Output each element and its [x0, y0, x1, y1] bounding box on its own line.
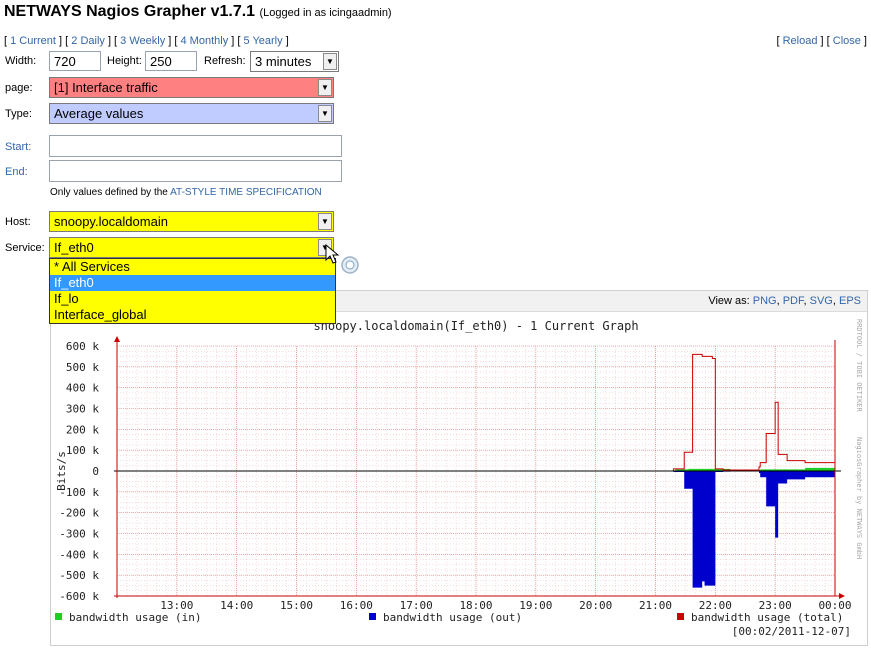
x-tick-label: 20:00: [579, 599, 612, 612]
x-tick-label: 19:00: [519, 599, 552, 612]
legend-swatch: [677, 613, 684, 620]
graph-timestamp: [00:02/2011-12-07]: [732, 625, 851, 638]
at-style-link[interactable]: AT-STYLE TIME SPECIFICATION: [170, 187, 322, 198]
timeframe-link-daily[interactable]: 2 Daily: [71, 35, 105, 47]
refresh-label: Refresh:: [204, 55, 246, 67]
width-input[interactable]: 720: [49, 51, 101, 71]
height-input[interactable]: 250: [145, 51, 197, 71]
app-title: NETWAYS Nagios Grapher v1.7.1: [4, 3, 256, 20]
x-tick-label: 16:00: [340, 599, 373, 612]
legend-label: bandwidth usage (out): [383, 611, 522, 624]
view-as-png-link[interactable]: PNG: [753, 295, 777, 307]
y-tick-label: 200 k: [66, 423, 99, 436]
mouse-pointer-icon: [325, 244, 340, 264]
y-tick-label: 300 k: [66, 403, 99, 416]
at-style-hint: Only values defined by the AT-STYLE TIME…: [50, 187, 322, 198]
nagiosgrapher-watermark: NagiosGrapher by NETWAYS GmbH: [855, 437, 863, 559]
x-tick-label: 14:00: [220, 599, 253, 612]
timeframe-link-weekly[interactable]: 3 Weekly: [120, 35, 165, 47]
y-tick-label: 400 k: [66, 382, 99, 395]
y-tick-label: 500 k: [66, 361, 99, 374]
view-as-eps-link[interactable]: EPS: [839, 295, 861, 307]
chevron-down-icon[interactable]: ▼: [323, 53, 337, 70]
y-tick-label: 600 k: [66, 340, 99, 353]
x-tick-label: 15:00: [280, 599, 313, 612]
y-tick-label: -200 k: [59, 507, 99, 520]
y-axis-label: Bits/s: [55, 451, 68, 491]
start-input[interactable]: [49, 135, 342, 157]
start-label[interactable]: Start:: [5, 141, 31, 153]
reload-link[interactable]: Reload: [783, 35, 818, 47]
legend-swatch: [55, 613, 62, 620]
service-select-value: If_eth0: [54, 240, 94, 255]
chevron-down-icon[interactable]: ▼: [318, 213, 332, 230]
timeframe-link-current[interactable]: 1 Current: [10, 35, 56, 47]
x-tick-label: 21:00: [639, 599, 672, 612]
app-title-bar: NETWAYS Nagios Grapher v1.7.1 (Logged in…: [4, 3, 392, 21]
login-status: (Logged in as icingaadmin): [259, 7, 392, 19]
view-as-svg-link[interactable]: SVG: [810, 295, 833, 307]
host-select[interactable]: snoopy.localdomain ▼: [49, 211, 334, 232]
view-as-group: View as: PNG, PDF, SVG, EPS: [708, 295, 861, 307]
service-label: Service:: [5, 242, 45, 254]
end-label[interactable]: End:: [5, 166, 28, 178]
height-label: Height:: [107, 55, 142, 67]
window-actions: [ Reload ] [ Close ]: [776, 35, 867, 47]
rrdtool-watermark: RRDTOOL / TOBI OETIKER: [855, 319, 863, 413]
page-label: page:: [5, 82, 33, 94]
refresh-select-value: 3 minutes: [255, 54, 312, 69]
y-axis-arrow: [114, 336, 120, 342]
service-option-all[interactable]: * All Services: [50, 259, 335, 275]
service-option-interface-global[interactable]: Interface_global: [50, 307, 335, 323]
legend-label: bandwidth usage (total): [691, 611, 843, 624]
end-input[interactable]: [49, 160, 342, 182]
y-tick-label: -600 k: [59, 590, 99, 603]
type-label: Type:: [5, 108, 32, 120]
service-option-if-lo[interactable]: If_lo: [50, 291, 335, 307]
view-as-pdf-link[interactable]: PDF: [783, 295, 804, 307]
refresh-select[interactable]: 3 minutes ▼: [250, 51, 339, 72]
host-select-value: snoopy.localdomain: [54, 214, 168, 229]
chart-title: snoopy.localdomain(If_eth0) - 1 Current …: [313, 319, 638, 333]
timeframe-nav: [ 1 Current ] [ 2 Daily ] [ 3 Weekly ] […: [4, 35, 289, 47]
type-select[interactable]: Average values ▼: [49, 103, 334, 124]
rrd-graph: snoopy.localdomain(If_eth0) - 1 Current …: [55, 319, 863, 638]
type-select-value: Average values: [54, 106, 144, 121]
series-line-bandwidth-total: [663, 353, 836, 472]
loading-spinner-icon: [341, 256, 359, 274]
y-tick-label: -500 k: [59, 569, 99, 582]
series-area-bandwidth-out: [663, 471, 835, 588]
y-tick-label: 0: [92, 465, 99, 478]
page-select[interactable]: [1] Interface traffic ▼: [49, 77, 334, 98]
service-select[interactable]: If_eth0 ▼: [49, 237, 334, 258]
width-label: Width:: [5, 55, 37, 67]
close-link[interactable]: Close: [833, 35, 861, 47]
y-tick-label: 100 k: [66, 444, 99, 457]
host-label: Host:: [5, 216, 31, 228]
timeframe-link-monthly[interactable]: 4 Monthly: [181, 35, 229, 47]
legend-label: bandwidth usage (in): [69, 611, 201, 624]
chevron-down-icon[interactable]: ▼: [318, 105, 332, 122]
legend-swatch: [369, 613, 376, 620]
y-tick-label: -400 k: [59, 548, 99, 561]
chevron-down-icon[interactable]: ▼: [318, 79, 332, 96]
y-tick-label: -300 k: [59, 528, 99, 541]
at-style-hint-text: Only values defined by the: [50, 187, 168, 198]
service-option-if-eth0[interactable]: If_eth0: [50, 275, 335, 291]
timeframe-link-yearly[interactable]: 5 Yearly: [243, 35, 282, 47]
page-select-value: [1] Interface traffic: [54, 80, 158, 95]
service-dropdown-list: * All Services If_eth0 If_lo Interface_g…: [49, 258, 336, 324]
view-as-label: View as:: [708, 295, 750, 307]
